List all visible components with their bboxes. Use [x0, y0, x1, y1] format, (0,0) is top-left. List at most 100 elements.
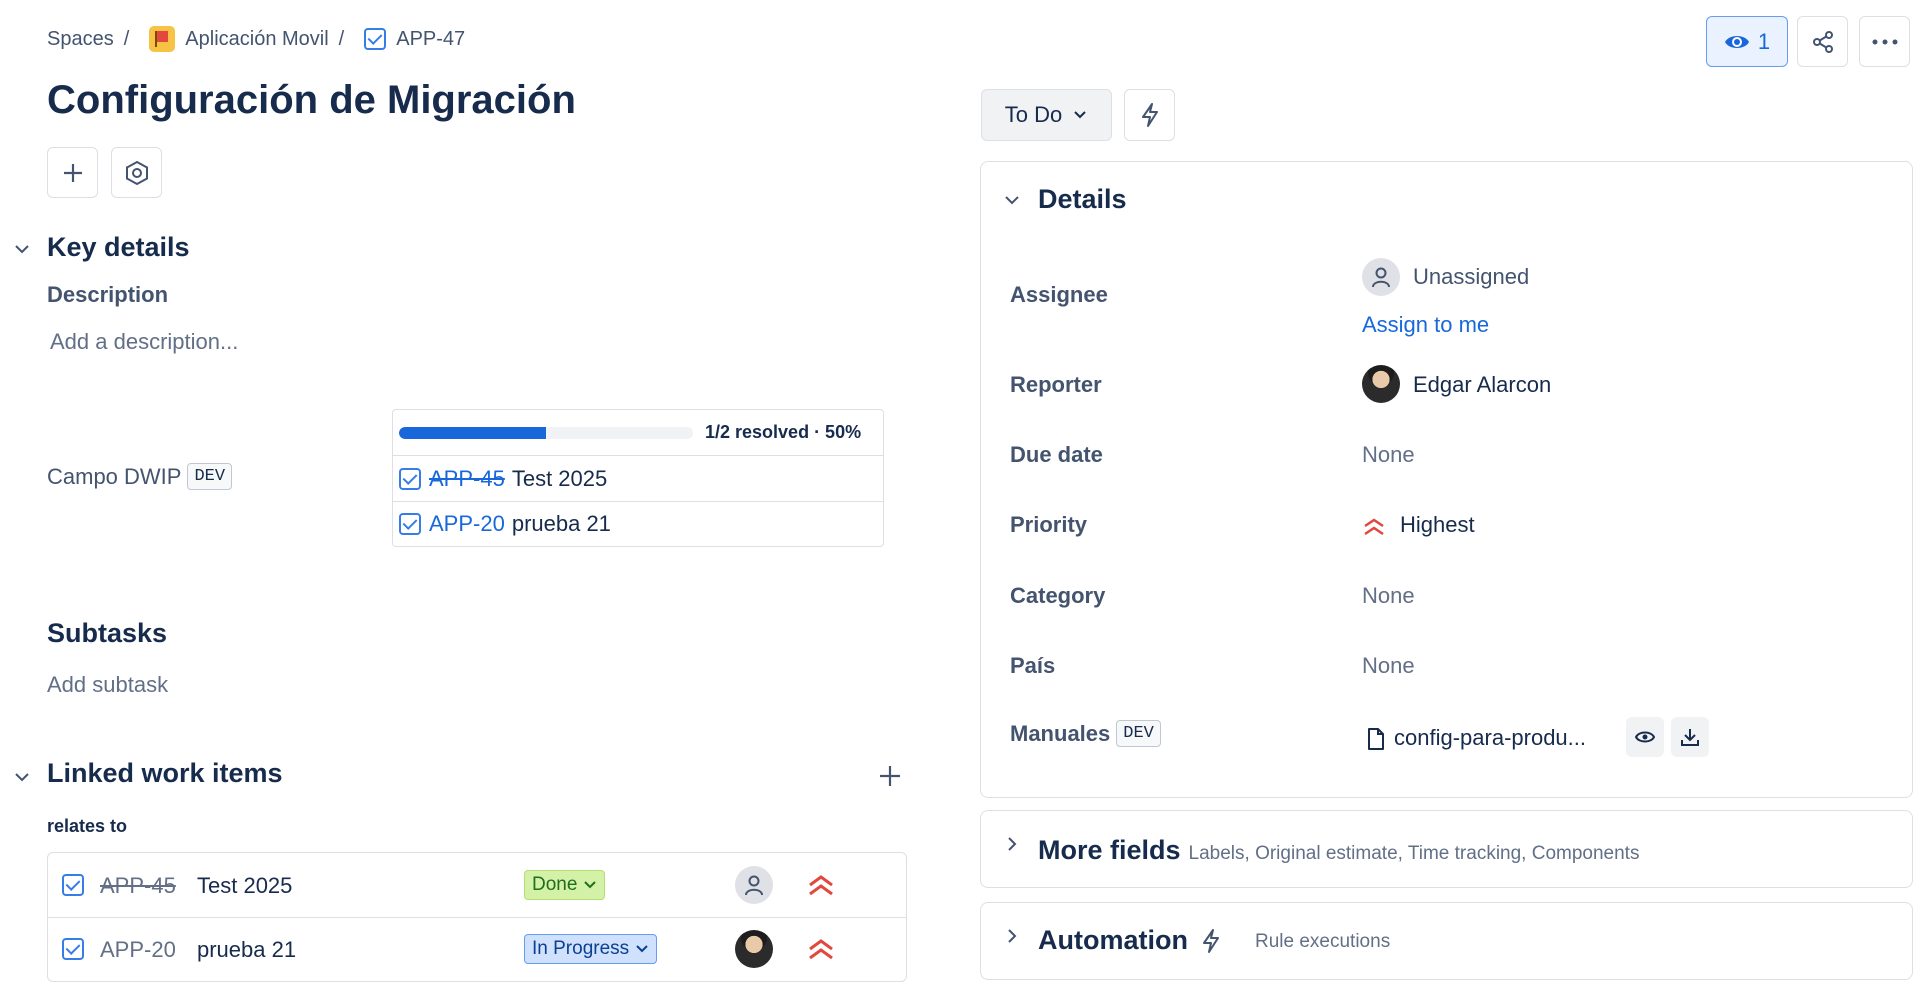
details-heading[interactable]: Details — [1038, 184, 1127, 215]
details-panel: Details Assignee Unassigned Assign to me… — [980, 161, 1913, 798]
plus-icon — [880, 766, 900, 786]
file-icon — [1368, 728, 1384, 750]
reporter-avatar[interactable] — [1362, 365, 1400, 403]
progress-bar — [399, 426, 693, 439]
key-details-collapse-icon[interactable] — [13, 240, 31, 258]
campo-item-row[interactable]: APP-45 Test 2025 — [393, 456, 883, 502]
apps-button[interactable] — [111, 147, 162, 198]
plus-icon — [63, 163, 82, 182]
issue-title[interactable]: Configuración de Migración — [47, 78, 576, 123]
table-row[interactable]: APP-45 Test 2025 Done — [48, 853, 906, 918]
breadcrumb-separator: / — [338, 27, 345, 50]
description-placeholder[interactable]: Add a description... — [50, 329, 238, 355]
linked-collapse-icon[interactable] — [13, 768, 31, 786]
linked-heading[interactable]: Linked work items — [47, 758, 283, 789]
eye-icon — [1724, 35, 1749, 48]
more-fields-subtitle: Labels, Original estimate, Time tracking… — [1188, 843, 1640, 864]
progress-row: 1/2 resolved · 50% — [393, 410, 883, 456]
table-row[interactable]: APP-20 prueba 21 In Progress — [48, 918, 906, 981]
campo-dwip-panel: 1/2 resolved · 50% APP-45 Test 2025 APP-… — [392, 409, 884, 547]
preview-file-button[interactable] — [1626, 717, 1664, 757]
campo-item-title: Test 2025 — [511, 465, 608, 491]
more-fields-heading: More fields — [1038, 835, 1181, 865]
automation-action-button[interactable] — [1124, 89, 1175, 141]
campo-item-key[interactable]: APP-45 — [429, 466, 505, 492]
download-icon — [1681, 729, 1699, 746]
due-date-value[interactable]: None — [1362, 442, 1415, 468]
project-avatar-icon — [149, 26, 176, 52]
chevron-down-icon — [636, 945, 648, 953]
reporter-label: Reporter — [1010, 372, 1102, 397]
user-avatar[interactable] — [735, 930, 773, 968]
task-type-icon — [62, 938, 84, 960]
priority-highest-icon — [809, 939, 833, 960]
chevron-down-icon — [1074, 111, 1086, 119]
reporter-value[interactable]: Edgar Alarcon — [1413, 372, 1551, 398]
watch-button[interactable]: 1 — [1706, 16, 1788, 67]
assignee-value[interactable]: Unassigned — [1413, 264, 1529, 290]
description-label: Description — [47, 282, 169, 307]
key-details-heading[interactable]: Key details — [47, 232, 190, 263]
category-value[interactable]: None — [1362, 583, 1415, 609]
breadcrumb: Spaces / Aplicación Movil / APP-47 — [47, 26, 465, 52]
linked-item-title[interactable]: Test 2025 — [197, 873, 292, 899]
priority-highest-icon — [1364, 518, 1384, 536]
priority-label: Priority — [1010, 512, 1088, 537]
watch-count: 1 — [1757, 28, 1771, 54]
dev-badge: DEV — [1116, 720, 1161, 747]
linked-table: APP-45 Test 2025 Done APP-20 prueba 21 I… — [47, 852, 907, 982]
more-icon — [1872, 39, 1897, 44]
more-actions-button[interactable] — [1859, 16, 1910, 67]
unassigned-avatar[interactable] — [735, 866, 773, 904]
pais-label: País — [1010, 653, 1056, 678]
download-file-button[interactable] — [1671, 717, 1709, 757]
task-type-icon — [399, 513, 421, 535]
progress-text: 1/2 resolved · 50% — [705, 422, 862, 442]
status-button[interactable]: To Do — [981, 89, 1112, 141]
automation-subtitle: Rule executions — [1255, 931, 1391, 952]
unassigned-avatar[interactable] — [1362, 258, 1400, 296]
progress-fill — [399, 426, 546, 439]
breadcrumb-spaces[interactable]: Spaces — [47, 28, 114, 51]
eye-icon — [1635, 731, 1655, 743]
assign-to-me-link[interactable]: Assign to me — [1362, 312, 1489, 338]
chevron-right-icon — [1003, 835, 1021, 853]
add-subtask-button[interactable]: Add subtask — [47, 672, 168, 698]
pais-value[interactable]: None — [1362, 653, 1415, 679]
status-lozenge-done[interactable]: Done — [524, 870, 606, 900]
assignee-label: Assignee — [1010, 282, 1108, 307]
campo-item-key[interactable]: APP-20 — [429, 511, 505, 537]
add-button[interactable] — [47, 147, 98, 198]
linked-item-title[interactable]: prueba 21 — [197, 937, 296, 963]
more-fields-section[interactable]: More fields Labels, Original estimate, T… — [980, 810, 1913, 888]
category-label: Category — [1010, 583, 1106, 608]
automation-heading: Automation — [1038, 925, 1188, 955]
share-button[interactable] — [1797, 16, 1848, 67]
share-icon — [1812, 30, 1833, 53]
add-link-button[interactable] — [878, 764, 902, 793]
campo-dwip-label: Campo DWIP DEV — [47, 463, 233, 490]
person-icon — [745, 875, 763, 896]
details-collapse-icon[interactable] — [1003, 191, 1021, 209]
chevron-down-icon — [584, 881, 597, 889]
subtasks-heading: Subtasks — [47, 618, 168, 648]
priority-value[interactable]: Highest — [1400, 512, 1475, 538]
task-type-icon — [364, 28, 387, 50]
priority-highest-icon — [809, 875, 833, 896]
task-type-icon — [62, 874, 84, 896]
campo-item-row[interactable]: APP-20 prueba 21 — [393, 502, 883, 546]
breadcrumb-issue-key[interactable]: APP-47 — [396, 28, 465, 51]
automation-section[interactable]: Automation Rule executions — [980, 902, 1913, 980]
breadcrumb-separator: / — [123, 27, 130, 50]
linked-item-key[interactable]: APP-20 — [100, 937, 176, 963]
linked-item-key[interactable]: APP-45 — [100, 873, 176, 899]
manuales-file-name[interactable]: config-para-produ... — [1394, 725, 1586, 751]
breadcrumb-project[interactable]: Aplicación Movil — [185, 28, 328, 51]
relation-label: relates to — [47, 816, 128, 836]
lightning-icon — [1203, 929, 1219, 953]
manuales-label: Manuales DEV — [1010, 720, 1161, 747]
hexagon-icon — [125, 160, 148, 185]
due-date-label: Due date — [1010, 442, 1103, 467]
dev-badge: DEV — [187, 463, 233, 490]
status-lozenge-in-progress[interactable]: In Progress — [524, 934, 658, 964]
